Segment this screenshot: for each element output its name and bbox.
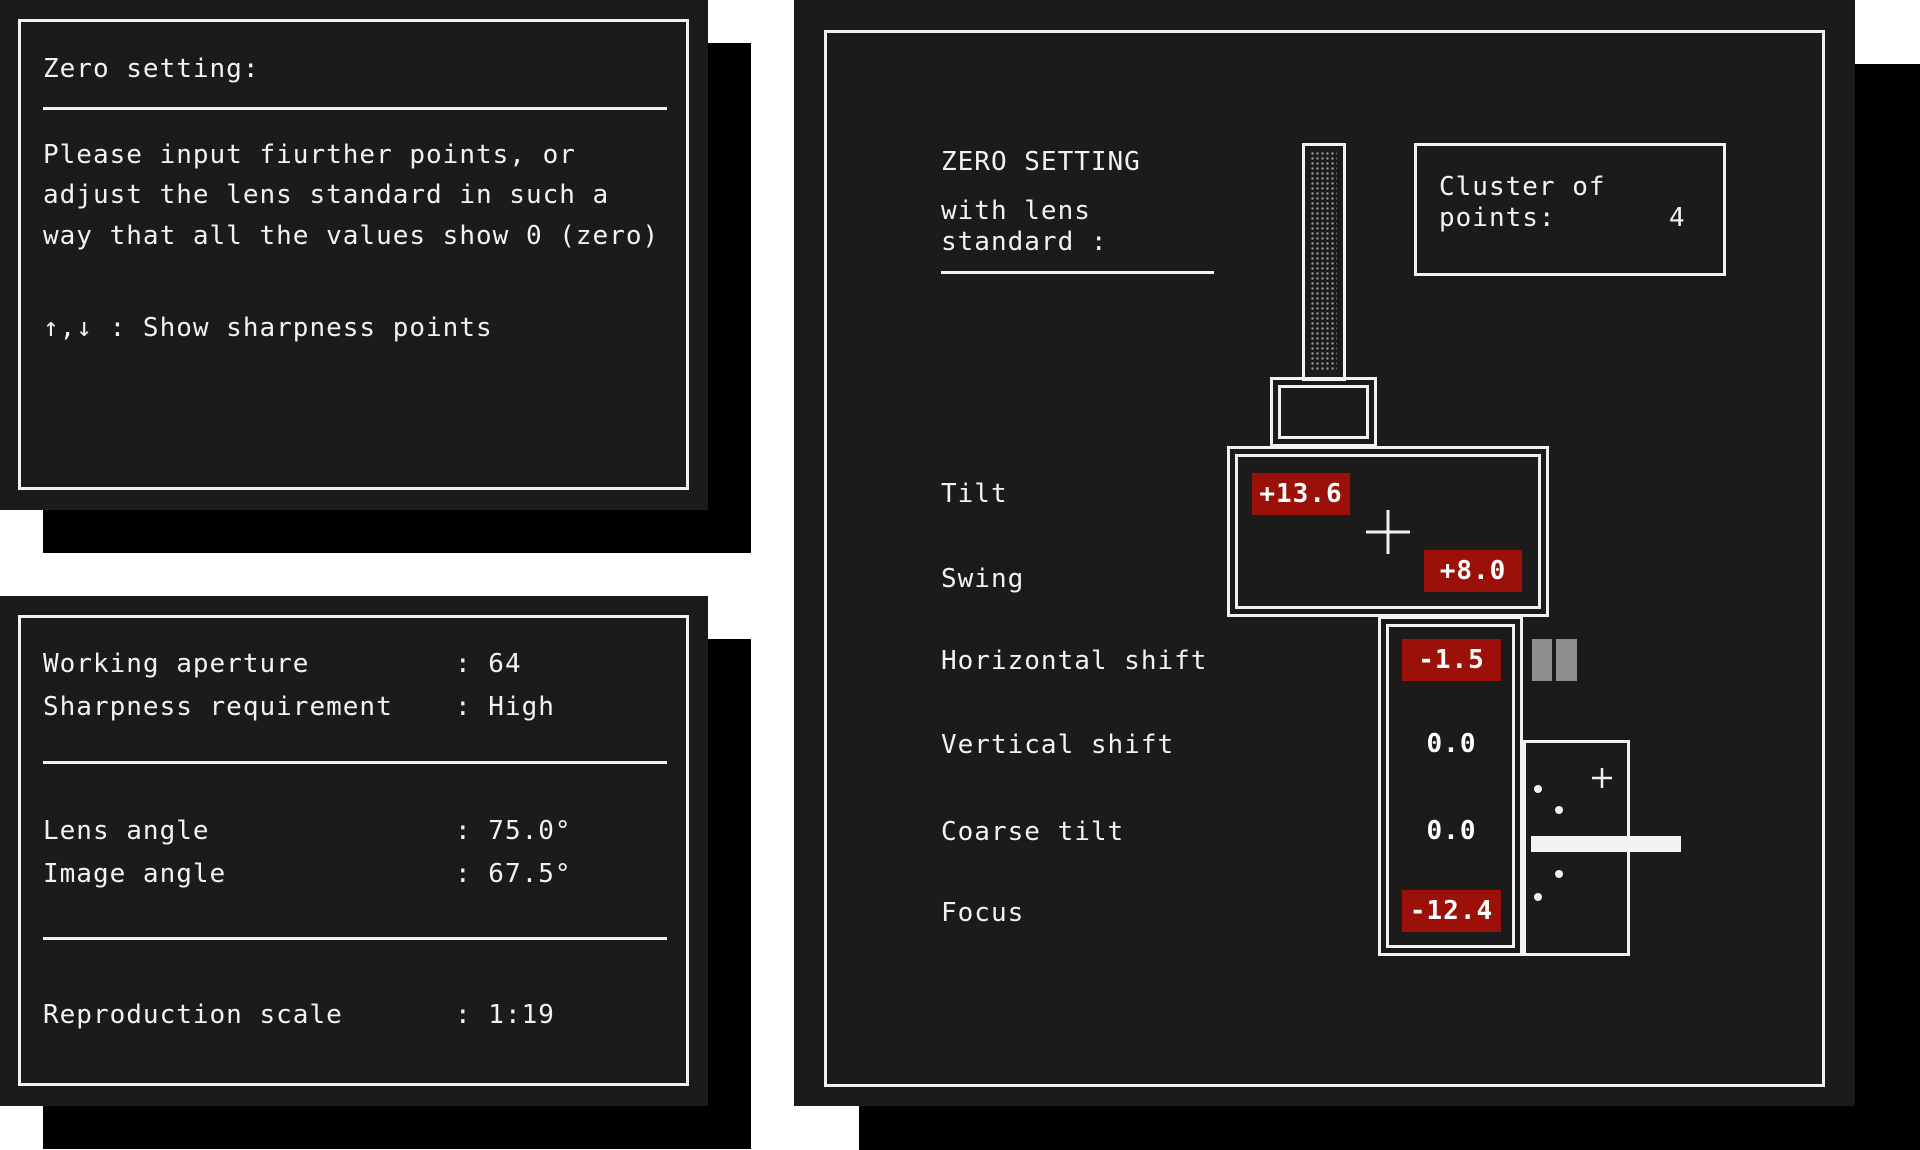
lens-standard-rail [1302,143,1346,381]
working-aperture-label: Working aperture [43,649,310,679]
tilt-value: +13.6 [1252,473,1350,515]
info-line-3: way that all the values show 0 (zero) [43,221,660,251]
main-panel: ZERO SETTING with lens standard : Cluste… [794,0,1855,1106]
image-angle-value: : 67.5° [455,859,572,889]
focus-label: Focus [941,898,1025,928]
info-line-2: adjust the lens standard in such a [43,180,610,210]
lens-mount-connector [1270,377,1377,447]
lens-standard-subheading-2: standard : [941,227,1108,257]
coarse-tilt-label: Coarse tilt [941,817,1125,847]
info-panel: Zero setting: Please input fiurther poin… [0,0,708,510]
sharpness-point [1555,806,1563,814]
sharpness-requirement-value: : High [455,692,555,722]
lens-angle-value: : 75.0° [455,816,572,846]
sharpness-point [1534,785,1542,793]
params-divider-2 [43,937,667,940]
tilt-label: Tilt [941,479,1008,509]
horizontal-shift-value: -1.5 [1402,639,1501,681]
rail-dot-pattern [1311,152,1337,372]
lens-angle-label: Lens angle [43,816,210,846]
reproduction-scale-label: Reproduction scale [43,1000,343,1030]
info-line-1: Please input fiurther points, or [43,140,576,170]
info-panel-frame [18,19,689,490]
info-panel-title: Zero setting: [43,54,260,84]
sharpness-points-hint: ↑,↓ : Show sharpness points [43,313,493,343]
heading-underline [941,271,1214,274]
params-divider-1 [43,761,667,764]
plus-icon [1592,768,1612,788]
cluster-label-1: Cluster of [1439,172,1606,202]
lens-standard-subheading-1: with lens [941,196,1091,226]
cluster-value: 4 [1669,203,1686,233]
swing-label: Swing [941,564,1025,594]
working-aperture-value: : 64 [455,649,522,679]
focus-value: -12.4 [1402,890,1501,932]
reproduction-scale-value: : 1:19 [455,1000,555,1030]
sharpness-point [1534,893,1542,901]
params-panel: Working aperture : 64 Sharpness requirem… [0,596,708,1106]
zero-setting-heading: ZERO SETTING [941,147,1141,177]
info-panel-divider [43,107,667,110]
sharpness-requirement-label: Sharpness requirement [43,692,393,722]
shift-indicator-right [1556,639,1577,681]
vertical-shift-value: 0.0 [1426,729,1477,759]
swing-value: +8.0 [1424,550,1522,592]
horizontal-shift-label: Horizontal shift [941,646,1208,676]
sharpness-point [1555,870,1563,878]
crosshair-icon [1366,510,1410,554]
focus-indicator-bar [1531,836,1681,852]
coarse-tilt-value: 0.0 [1426,816,1477,846]
shift-indicator-left [1532,639,1552,681]
cluster-label-2: points: [1439,203,1556,233]
vertical-shift-label: Vertical shift [941,730,1175,760]
image-angle-label: Image angle [43,859,227,889]
